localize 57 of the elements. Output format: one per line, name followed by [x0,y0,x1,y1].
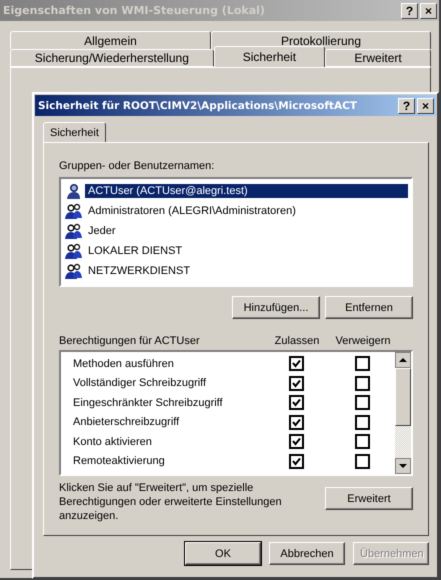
deny-checkbox[interactable] [354,356,370,372]
scrollbar[interactable] [395,352,411,474]
allow-checkbox[interactable] [288,356,304,372]
permissions-label: Berechtigungen für ACTUser [59,335,201,347]
scroll-thumb[interactable] [395,368,411,426]
deny-checkbox[interactable] [354,414,370,430]
scroll-down-icon[interactable] [395,458,411,474]
check-icon [292,359,300,368]
user-list-item[interactable]: Administratoren (ALEGRI\Administratoren) [85,204,299,218]
user-list-item[interactable]: LOKALER DIENST [85,244,186,258]
tab[interactable]: Sicherheit [214,46,326,67]
tab[interactable]: Erweitert [325,49,431,67]
deny-checkbox[interactable] [354,434,370,450]
group-icon [65,243,82,259]
check-icon [292,456,300,466]
group-icon [65,203,82,219]
dialog-button[interactable]: Abbrechen [269,542,345,565]
allow-checkbox[interactable] [288,395,304,410]
allow-header: Zulassen [274,335,320,347]
group-icon [65,263,82,279]
check-icon [292,378,300,388]
user-list-item[interactable]: NETZWERKDIENST [85,264,194,278]
advanced-button[interactable]: Erweitert [325,487,413,510]
group-icon [65,223,82,239]
allow-checkbox[interactable] [288,414,304,430]
tab[interactable]: Sicherheit [43,122,106,142]
check-icon [292,398,300,408]
allow-checkbox[interactable] [288,454,304,469]
permission-name: Methoden ausführen [72,358,175,370]
user-list-item[interactable]: ACTUser (ACTUser@alegri.test) [85,184,408,198]
check-icon [292,437,300,446]
deny-checkbox[interactable] [354,454,370,469]
permission-name: Konto aktivieren [72,436,153,448]
close-button[interactable]: × [417,98,434,114]
dialog-title: Sicherheit für ROOT\CIMV2\Applications\MicrosoftACT [38,100,358,112]
permission-name: Vollständiger Schreibzugriff [72,377,208,390]
permission-name: Eingeschränkter Schreibzugriff [72,396,224,409]
deny-checkbox[interactable] [354,376,370,391]
deny-checkbox[interactable] [354,395,370,410]
remove-button[interactable]: Entfernen [325,296,413,319]
dialog-button[interactable]: OK [185,542,261,565]
deny-header: Verweigern [334,335,392,347]
allow-checkbox[interactable] [288,434,304,450]
advanced-hint: Klicken Sie auf "Erweitert", um spezielle Berechtigungen oder erweiterte Einstellungen anzuzeigen. [59,481,283,523]
scroll-up-icon[interactable] [395,352,411,368]
tab[interactable]: Protokollierung [210,31,431,49]
permission-name: Remoteaktivierung [72,455,166,468]
allow-checkbox[interactable] [288,376,304,391]
tab[interactable]: Allgemein [10,31,211,49]
check-icon [292,418,300,427]
tab[interactable]: Sicherung/Wiederherstellung [10,49,214,67]
user-list-item[interactable]: Jeder [85,224,119,238]
add-button[interactable]: Hinzufügen... [232,296,320,319]
permission-name: Anbieterschreibzugriff [72,416,180,428]
user-icon [65,183,82,199]
help-button[interactable]: ? [398,98,415,114]
users-label: Gruppen- oder Benutzernamen: [59,160,214,172]
